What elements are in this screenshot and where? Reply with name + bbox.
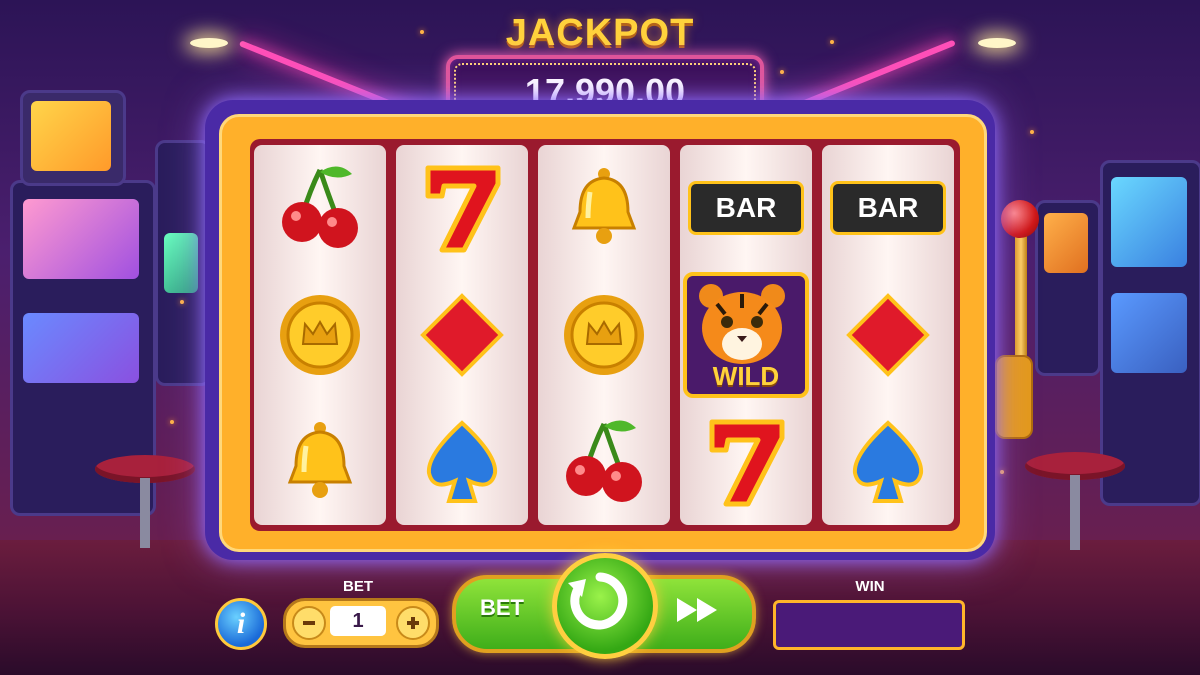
- bar-label: BAR: [715, 192, 777, 223]
- sparkle: [780, 70, 784, 74]
- symbol-seven-icon: [680, 399, 812, 525]
- symbol-diamond-icon: [822, 272, 954, 398]
- plus-icon: [407, 617, 419, 629]
- bar-label: BAR: [857, 192, 919, 223]
- symbol-spade-icon: [396, 399, 528, 525]
- symbol-bell-icon: [538, 145, 670, 271]
- bet-caption: BET: [343, 578, 373, 595]
- background-slot-machine: [1100, 160, 1200, 506]
- reel-3: [538, 145, 670, 525]
- fast-forward-icon: [677, 598, 717, 622]
- sparkle: [170, 420, 174, 424]
- slot-cabinet: BAR WILD BAR: [205, 100, 995, 560]
- symbol-cherry-icon: [538, 399, 670, 525]
- increase-bet-button[interactable]: [396, 606, 430, 640]
- sparkle: [180, 300, 184, 304]
- win-caption: WIN: [855, 578, 885, 595]
- sparkle: [1000, 470, 1004, 474]
- jackpot-title: JACKPOT: [505, 12, 695, 54]
- info-icon: i: [236, 607, 246, 640]
- lever-handle[interactable]: [1001, 200, 1039, 238]
- win-display: [773, 600, 965, 650]
- info-button[interactable]: i: [215, 598, 267, 650]
- symbol-cherry-icon: [254, 145, 386, 271]
- background-slot-machine: [155, 140, 211, 386]
- symbol-diamond-icon: [396, 272, 528, 398]
- reels-area: BAR WILD BAR: [250, 139, 960, 531]
- reel-1: [254, 145, 386, 525]
- symbol-tiger-wild-icon: WILD: [680, 272, 812, 398]
- sparkle: [1030, 130, 1034, 134]
- symbol-coin-icon: [254, 272, 386, 398]
- bet-stepper: 1: [283, 598, 439, 648]
- bet-value: 1: [330, 606, 386, 636]
- lever-rod[interactable]: [1015, 225, 1027, 360]
- symbol-seven-icon: [396, 145, 528, 271]
- cabinet-frame: BAR WILD BAR: [219, 114, 987, 552]
- wild-label: WILD: [712, 361, 780, 391]
- spin-button[interactable]: [552, 553, 658, 659]
- symbol-bar-icon: BAR: [680, 145, 812, 271]
- symbol-bar-icon: BAR: [822, 145, 954, 271]
- decrease-bet-button[interactable]: [292, 606, 326, 640]
- symbol-bell-icon: [254, 399, 386, 525]
- minus-icon: [303, 621, 315, 625]
- symbol-coin-icon: [538, 272, 670, 398]
- bet-button[interactable]: BET: [472, 595, 532, 621]
- reel-4: BAR WILD: [680, 145, 812, 525]
- background-slot-machine: [1035, 200, 1101, 376]
- reel-2: [396, 145, 528, 525]
- spin-icon: [568, 572, 628, 630]
- stool-leg: [140, 478, 150, 548]
- stool-leg: [1070, 475, 1080, 550]
- background-monitor: [20, 90, 126, 186]
- fast-forward-button[interactable]: [668, 592, 728, 628]
- reel-5: BAR: [822, 145, 954, 525]
- lever-base: [995, 355, 1033, 439]
- symbol-spade-icon: [822, 399, 954, 525]
